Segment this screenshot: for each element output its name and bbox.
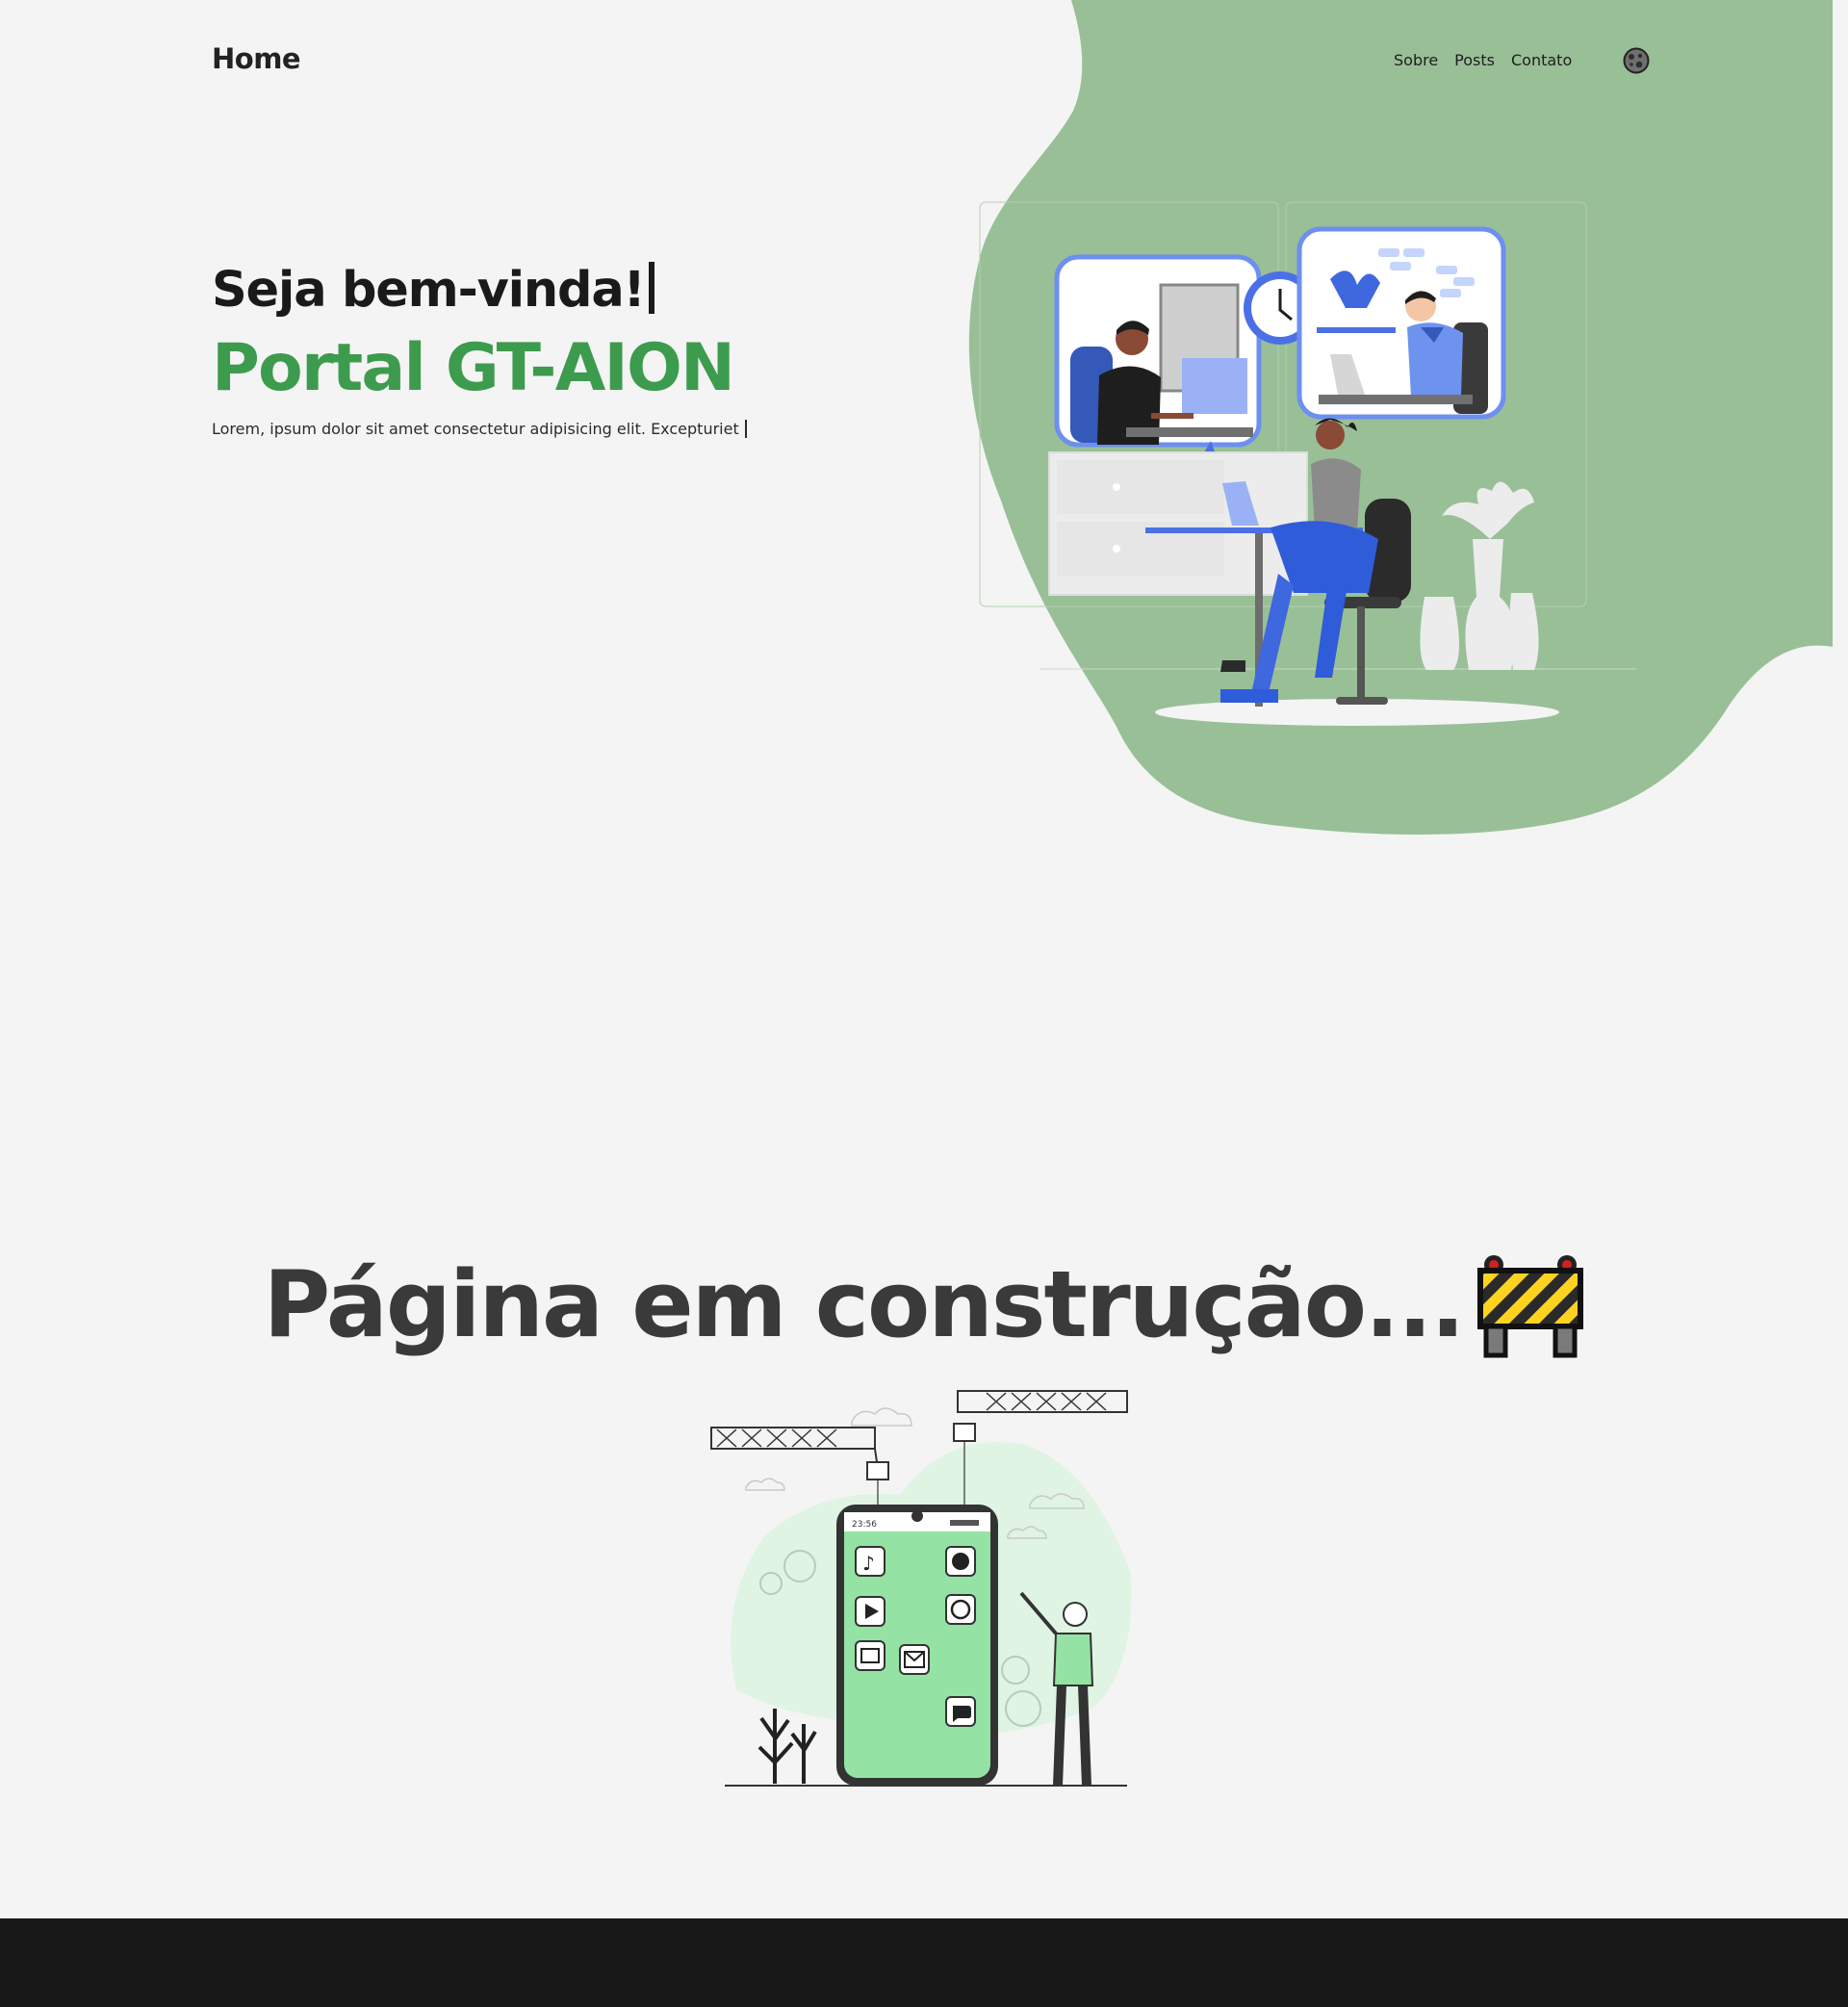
nav-menu: Sobre Posts Contato	[1394, 51, 1572, 69]
phone-time: 23:56	[852, 1520, 877, 1530]
construction-section: Página em construção...	[0, 1251, 1848, 1359]
globe-icon[interactable]	[1623, 47, 1650, 74]
top-navbar: Home Sobre Posts Contato	[0, 0, 1848, 121]
svg-text:♪: ♪	[862, 1552, 875, 1575]
hero-section: Seja bem-vinda! Portal GT-AION Lorem, ip…	[212, 262, 747, 438]
construction-heading: Página em construção...	[264, 1251, 1585, 1359]
hero-portal-name: Portal GT-AION	[212, 330, 735, 406]
typing-caret	[648, 262, 654, 314]
construction-barrier-icon	[1477, 1255, 1584, 1358]
hero-subtitle: Lorem, ipsum dolor sit amet consectetur …	[212, 420, 747, 438]
nav-link-posts[interactable]: Posts	[1454, 51, 1495, 69]
subtitle-caret	[744, 420, 747, 438]
nav-link-contato[interactable]: Contato	[1511, 51, 1572, 69]
nav-link-sobre[interactable]: Sobre	[1394, 51, 1438, 69]
hero-greeting: Seja bem-vinda!	[212, 262, 747, 319]
brand-home-link[interactable]: Home	[212, 42, 301, 75]
remote-work-illustration	[979, 201, 1636, 726]
page-footer	[0, 1918, 1848, 2007]
phone-construction-illustration: 23:56 ♪	[710, 1390, 1132, 1787]
